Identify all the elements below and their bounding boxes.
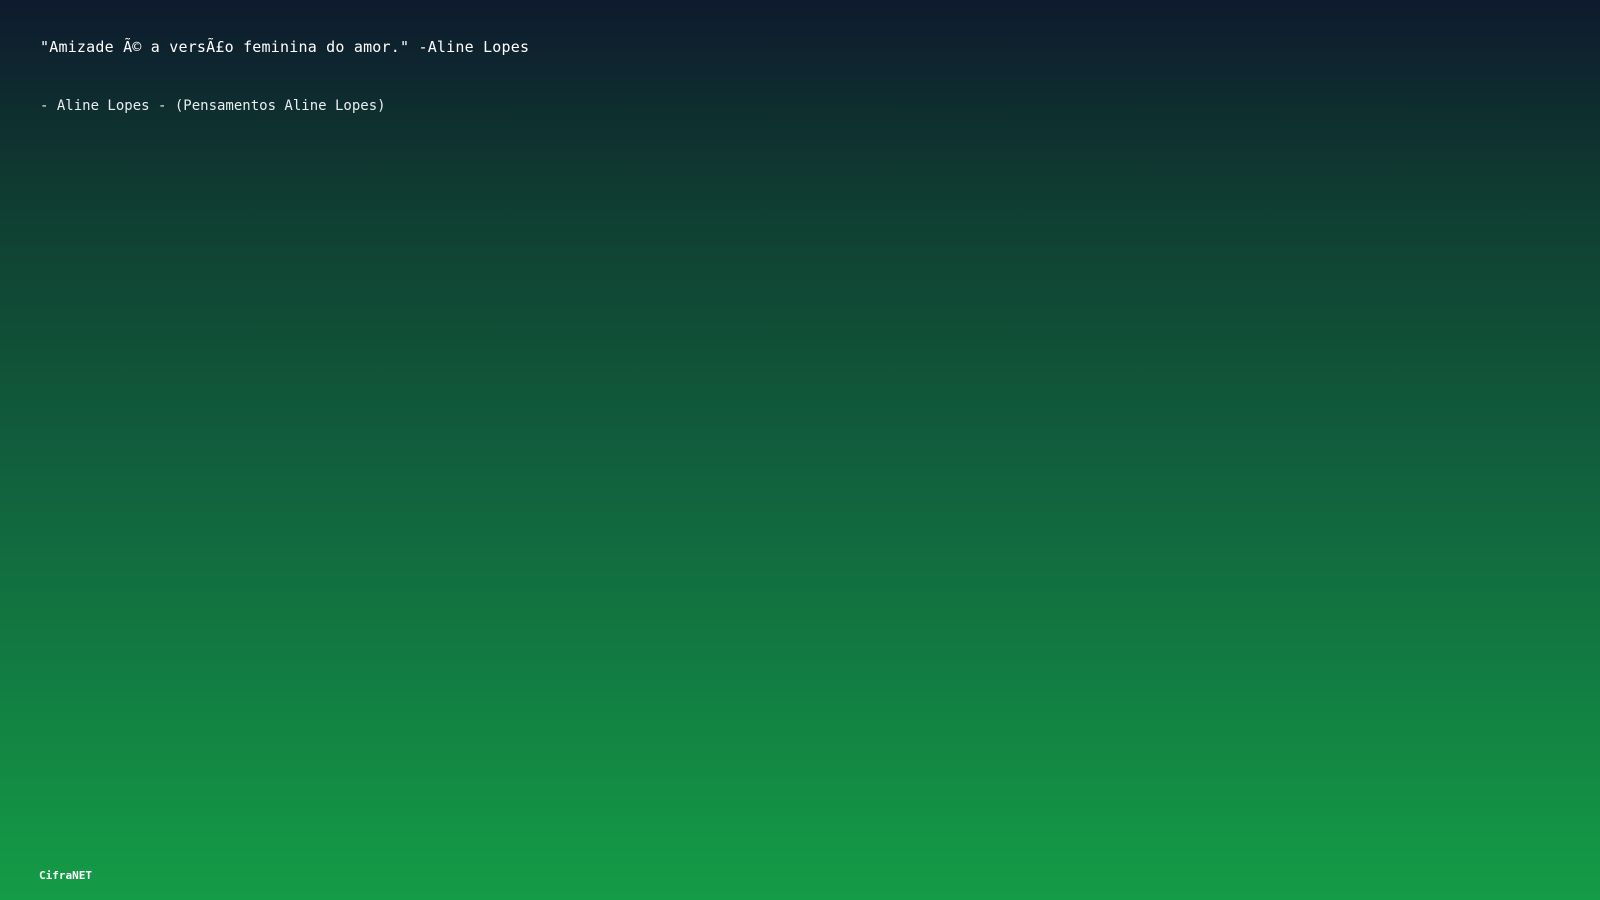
quote-text: "Amizade Ã© a versÃ£o feminina do amor."… <box>40 38 530 56</box>
brand-label: CifraNET <box>39 869 92 882</box>
quote-attribution: - Aline Lopes - (Pensamentos Aline Lopes… <box>40 98 386 114</box>
page: { "quote": { "text": "\"Amizade Ã© a ver… <box>0 0 1600 900</box>
